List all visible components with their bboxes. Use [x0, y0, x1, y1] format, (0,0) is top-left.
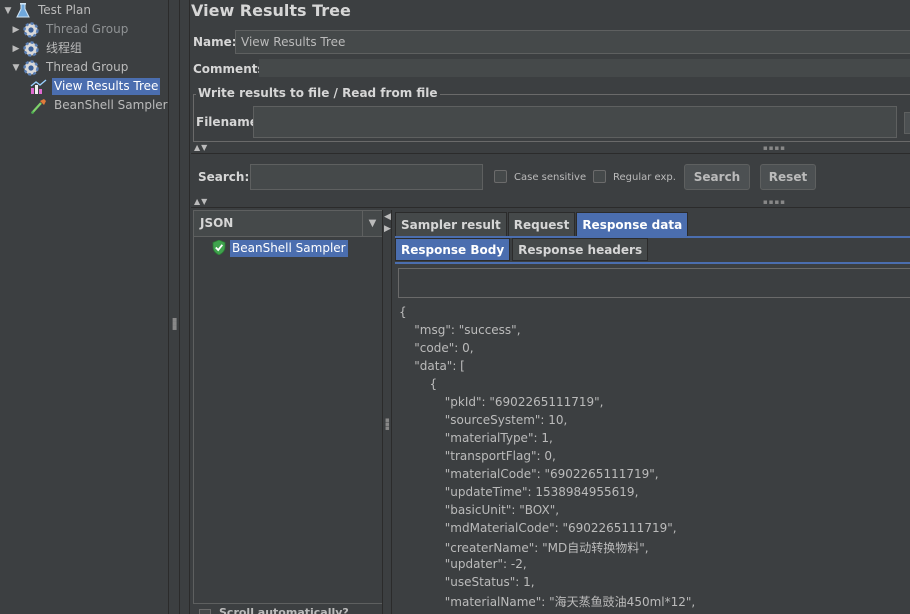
gear-icon [22, 59, 40, 77]
collapse-arrows-icon[interactable]: ▲▼ [194, 197, 208, 206]
json-line: "mdMaterialCode": "6902265111719", [399, 521, 677, 535]
expand-right-icon[interactable]: ▶ [10, 44, 22, 54]
browse-button[interactable] [904, 112, 910, 134]
tree-item[interactable]: ▶ Thread Group [10, 20, 130, 39]
test-plan-tree: ▼ Test Plan ▶ Thread Group ▶ 线程组 ▼ Thread Group… [0, 0, 168, 614]
response-search-field[interactable] [398, 268, 910, 298]
collapse-right-icon[interactable]: ▶ [384, 224, 391, 234]
result-list-item[interactable]: BeanShell Sampler [212, 239, 348, 258]
flask-icon [14, 2, 32, 20]
collapse-arrows-icon[interactable]: ▲▼ [194, 143, 208, 152]
tab-request[interactable]: Request [507, 212, 576, 236]
response-subtabs: Response Body Response headers [395, 238, 650, 262]
tab-response-data[interactable]: Response data [576, 212, 689, 236]
filename-label: Filename [196, 115, 258, 129]
expand-right-icon[interactable]: ▶ [10, 25, 22, 35]
tree-item-label: Thread Group [46, 22, 129, 36]
filename-input[interactable] [253, 106, 897, 138]
scroll-automatically-label: Scroll automatically? [219, 606, 349, 614]
json-line: "updater": -2, [399, 557, 527, 571]
result-tabs: Sampler result Request Response data [395, 212, 689, 236]
splitter-strip [180, 0, 190, 614]
reset-button[interactable]: Reset [760, 164, 816, 190]
tab-sampler-result[interactable]: Sampler result [395, 212, 507, 236]
json-line: { [399, 377, 438, 391]
comments-label: Comments: [193, 62, 270, 76]
page-title: View Results Tree [191, 1, 351, 20]
file-section-legend: Write results to file / Read from file [196, 86, 440, 100]
json-line: "sourceSystem": 10, [399, 413, 568, 427]
results-splitter[interactable]: ◀ ▶ ▪ ▪ ▪ [382, 210, 392, 614]
splitter-grip-icon: ▪ ▪ ▪ [385, 416, 390, 432]
pipette-icon [30, 97, 48, 115]
regular-exp-checkbox[interactable] [593, 170, 606, 183]
tree-item[interactable]: View Results Tree [18, 77, 161, 96]
json-line: "useStatus": 1, [399, 575, 535, 589]
json-line: "materialType": 1, [399, 431, 553, 445]
results-list-panel: JSON ▼ BeanShell Sampler [193, 210, 383, 604]
comments-field[interactable] [259, 59, 910, 77]
json-line: "basicUnit": "BOX", [399, 503, 560, 517]
tree-splitter[interactable]: ▪ ▪ ▪ [168, 0, 180, 614]
divider [191, 207, 910, 208]
view-results-tree-panel: View Results Tree Name: View Results Tre… [191, 0, 910, 614]
response-body-text[interactable]: { "msg": "success", "code": 0, "data": [… [395, 302, 910, 614]
search-label: Search: [198, 170, 250, 184]
splitter-grip-icon[interactable]: ▪▪▪▪ [763, 198, 786, 206]
tree-item-label: View Results Tree [52, 78, 161, 95]
renderer-select[interactable]: JSON ▼ [194, 211, 382, 237]
divider [191, 153, 910, 154]
json-line: { [399, 305, 407, 319]
chevron-down-icon[interactable]: ▼ [362, 211, 382, 236]
tree-item[interactable]: ▼ Thread Group [10, 58, 130, 77]
tree-item-label: 线程组 [46, 41, 83, 55]
renderer-value: JSON [200, 216, 234, 230]
regular-exp-label: Regular exp. [613, 172, 676, 183]
tree-item-label: Test Plan [38, 3, 91, 17]
json-line: "pkId": "6902265111719", [399, 395, 604, 409]
chart-icon [30, 78, 48, 96]
subtab-response-body[interactable]: Response Body [395, 238, 511, 261]
json-line: "data": [ [399, 359, 465, 373]
splitter-grip-icon[interactable]: ▪▪▪▪ [763, 144, 786, 152]
expand-down-icon[interactable]: ▼ [2, 6, 14, 16]
case-sensitive-checkbox[interactable] [494, 170, 507, 183]
name-field[interactable]: View Results Tree [235, 30, 910, 54]
collapse-left-icon[interactable]: ◀ [384, 212, 391, 222]
json-line: "materialCode": "6902265111719", [399, 467, 659, 481]
result-item-label: BeanShell Sampler [230, 240, 348, 257]
search-button[interactable]: Search [684, 164, 750, 190]
subtab-underline [395, 262, 910, 264]
splitter-grip-icon: ▪ ▪ ▪ [172, 315, 178, 332]
json-line: "materialName": "海天蒸鱼豉油450ml*12", [399, 595, 696, 609]
json-line: "transportFlag": 0, [399, 449, 556, 463]
tree-item[interactable]: ▶ 线程组 [10, 39, 84, 58]
tree-item-label: Thread Group [46, 60, 129, 74]
gear-icon [22, 40, 40, 58]
case-sensitive-label: Case sensitive [514, 172, 587, 183]
json-line: "createrName": "MD自动转换物料", [399, 541, 649, 555]
json-line: "msg": "success", [399, 323, 521, 337]
success-shield-icon [212, 239, 226, 258]
gear-icon [22, 21, 40, 39]
json-line: "updateTime": 1538984955619, [399, 485, 639, 499]
expand-down-icon[interactable]: ▼ [10, 63, 22, 73]
tree-item-label: BeanShell Sampler [54, 98, 168, 112]
json-line: "code": 0, [399, 341, 474, 355]
subtab-response-headers[interactable]: Response headers [512, 238, 649, 261]
name-label: Name: [193, 35, 237, 49]
tree-item[interactable]: ▼ Test Plan [2, 1, 93, 20]
tree-item[interactable]: BeanShell Sampler [18, 96, 170, 115]
search-input[interactable] [250, 164, 483, 190]
scroll-automatically-checkbox[interactable] [199, 609, 211, 614]
